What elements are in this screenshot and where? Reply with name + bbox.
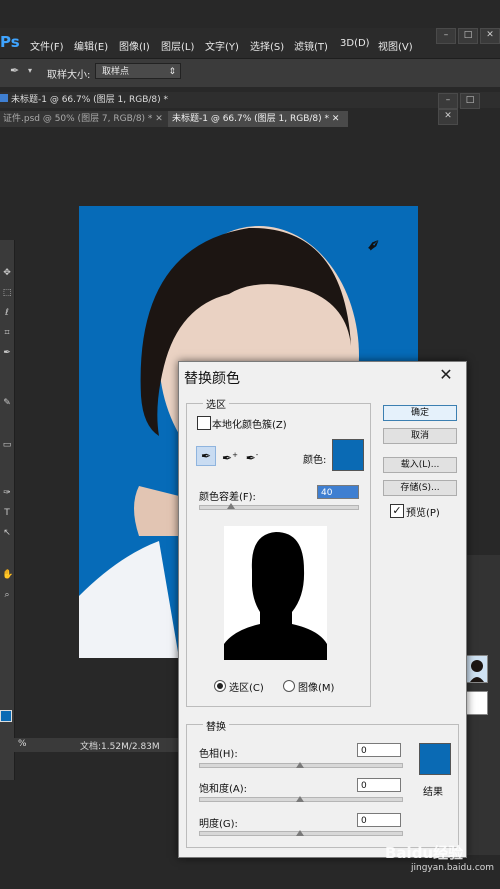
fuzziness-label: 颜色容差(F):: [199, 492, 256, 503]
radio-image-label: 图像(M): [298, 683, 335, 694]
eyedropper-tool-side-icon[interactable]: ✒: [2, 348, 12, 358]
fuzziness-input[interactable]: 40: [317, 485, 359, 499]
lasso-tool-icon[interactable]: ℓ: [2, 308, 12, 318]
menu-select[interactable]: 选择(S): [250, 38, 284, 53]
menu-layer[interactable]: 图层(L): [161, 38, 194, 53]
result-label: 结果: [423, 787, 443, 798]
selection-preview: [224, 526, 327, 660]
document-size: 文档:1.52M/2.83M: [80, 742, 160, 752]
menu-3d[interactable]: 3D(D): [340, 38, 370, 49]
eyedropper-subtract-icon[interactable]: ✒-: [243, 446, 261, 465]
lightness-input[interactable]: 0: [357, 813, 401, 827]
menu-view[interactable]: 视图(V): [378, 38, 413, 53]
silhouette-mask: [224, 526, 327, 660]
hue-input[interactable]: 0: [357, 743, 401, 757]
result-color-swatch[interactable]: [419, 743, 451, 775]
saturation-slider-thumb[interactable]: [296, 796, 304, 802]
color-label: 颜色:: [303, 455, 327, 466]
menu-edit[interactable]: 编辑(E): [74, 38, 108, 53]
tools-panel: ✥ ⬚ ℓ ⌗ ✒ ✎ ▭ ✑ T ↖ ✋ ⌕: [0, 240, 15, 780]
saturation-label: 饱和度(A):: [199, 784, 248, 795]
ok-button[interactable]: 确定: [383, 405, 457, 421]
path-select-tool-icon[interactable]: ↖: [2, 528, 12, 538]
radio-selection-label: 选区(C): [229, 683, 264, 694]
tab-document-2[interactable]: 未标题-1 @ 66.7% (图层 1, RGB/8) * ✕: [168, 111, 348, 127]
baidu-watermark: Baidu经验: [385, 844, 464, 862]
radio-image[interactable]: [283, 680, 295, 692]
foreground-color-swatch[interactable]: [0, 710, 12, 722]
maximize-icon[interactable]: □: [458, 28, 478, 44]
load-button[interactable]: 载入(L)...: [383, 457, 457, 473]
active-document-title[interactable]: 未标题-1 @ 66.7% (图层 1, RGB/8) *: [0, 92, 168, 108]
lightness-slider-thumb[interactable]: [296, 830, 304, 836]
sample-size-label: 取样大小:: [47, 70, 91, 81]
selection-group-label: 选区: [203, 396, 229, 411]
chevron-down-icon[interactable]: ▾: [28, 66, 32, 75]
fuzziness-slider[interactable]: [199, 505, 359, 510]
radio-selection[interactable]: [214, 680, 226, 692]
brush-tool-icon[interactable]: ✎: [2, 398, 12, 408]
zoom-percent: %: [18, 739, 27, 749]
tab-document-1[interactable]: 证件.psd @ 50% (图层 7, RGB/8) * ✕: [0, 111, 168, 127]
localized-clusters-label: 本地化颜色簇(Z): [212, 420, 287, 431]
photoshop-logo: Ps: [0, 33, 20, 51]
saturation-input[interactable]: 0: [357, 778, 401, 792]
hand-tool-icon[interactable]: ✋: [2, 570, 13, 580]
menu-filter[interactable]: 滤镜(T): [294, 38, 328, 53]
save-button[interactable]: 存储(S)...: [383, 480, 457, 496]
dialog-close-icon[interactable]: ✕: [437, 366, 455, 384]
sample-size-select[interactable]: 取样点 ⇕: [95, 63, 181, 79]
type-tool-icon[interactable]: T: [2, 508, 12, 518]
pen-tool-icon[interactable]: ✑: [2, 488, 12, 498]
layer-thumbnail-white[interactable]: [466, 691, 488, 715]
marquee-tool-icon[interactable]: ⬚: [2, 288, 12, 298]
menu-file[interactable]: 文件(F): [30, 38, 64, 53]
layer-thumbnail[interactable]: [466, 655, 488, 683]
tab-close-icon: ✕: [331, 114, 340, 124]
doc-close-icon[interactable]: ✕: [438, 109, 458, 125]
hue-slider-thumb[interactable]: [296, 762, 304, 768]
window-controls: – □ ✕: [434, 28, 500, 48]
dialog-title: 替换颜色: [184, 371, 240, 387]
eyedropper-sample-icon[interactable]: ✒: [196, 446, 216, 466]
chevron-updown-icon: ⇕: [168, 67, 176, 77]
eyedropper-add-icon[interactable]: ✒+: [221, 446, 239, 465]
localized-clusters-checkbox[interactable]: [197, 416, 211, 430]
eraser-tool-icon[interactable]: ▭: [2, 440, 12, 450]
menu-type[interactable]: 文字(Y): [205, 38, 239, 53]
doc-maximize-icon[interactable]: □: [460, 93, 480, 109]
baidu-watermark-url: jingyan.baidu.com: [411, 863, 495, 873]
doc-minimize-icon[interactable]: –: [438, 93, 458, 109]
fuzziness-slider-thumb[interactable]: [226, 503, 235, 509]
hue-label: 色相(H):: [199, 749, 238, 760]
layers-panel: [462, 555, 500, 855]
close-icon[interactable]: ✕: [480, 28, 500, 44]
preview-checkbox[interactable]: ✓: [390, 504, 404, 518]
replace-group-label: 替换: [203, 718, 229, 733]
doc-window-controls: – □✕: [436, 93, 500, 125]
zoom-tool-icon[interactable]: ⌕: [2, 590, 12, 600]
eyedropper-tool-icon[interactable]: ✒: [10, 64, 19, 77]
move-tool-icon[interactable]: ✥: [2, 268, 12, 278]
tab-close-icon: ✕: [155, 114, 163, 124]
crop-tool-icon[interactable]: ⌗: [2, 328, 12, 338]
minimize-icon[interactable]: –: [436, 28, 456, 44]
sample-size-value: 取样点: [102, 67, 130, 77]
lightness-label: 明度(G):: [199, 819, 238, 830]
cancel-button[interactable]: 取消: [383, 428, 457, 444]
selected-color-swatch[interactable]: [332, 439, 364, 471]
preview-label: 预览(P): [406, 508, 440, 519]
menu-image[interactable]: 图像(I): [119, 38, 150, 53]
